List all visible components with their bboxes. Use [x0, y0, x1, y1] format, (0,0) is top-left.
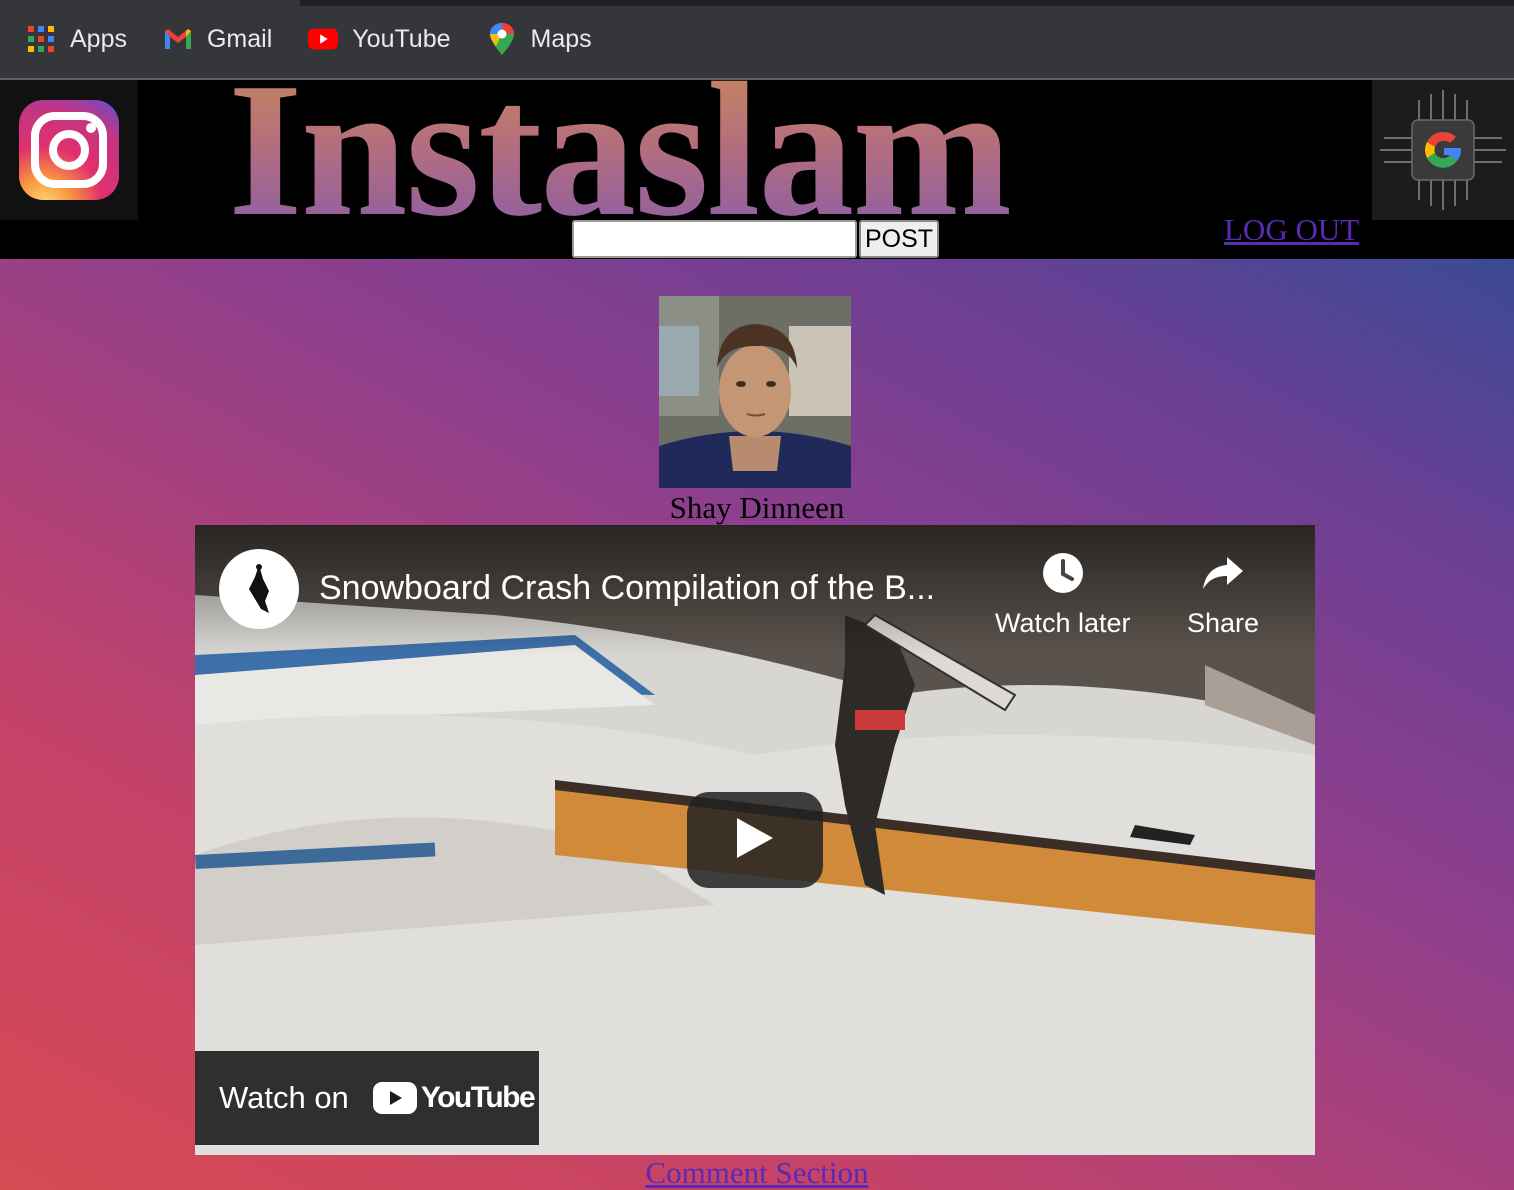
instagram-logo-icon[interactable] — [0, 80, 138, 220]
avatar[interactable] — [659, 296, 851, 488]
tab-strip-edge — [0, 0, 1514, 6]
comment-section-link[interactable]: Comment Section — [0, 1155, 1514, 1190]
bookmark-apps[interactable]: Apps — [26, 19, 127, 59]
play-icon — [735, 816, 775, 865]
apps-grid-icon — [26, 24, 56, 54]
bookmark-label: Apps — [70, 24, 127, 53]
site-title: Instaslam — [228, 54, 1138, 246]
watch-later-button[interactable]: Watch later — [995, 551, 1131, 639]
post-button[interactable]: POST — [859, 220, 939, 258]
post-form: POST — [572, 220, 939, 258]
gmail-icon — [163, 24, 193, 54]
feed-area: Shay Dinneen Snowboard Crash Compilation… — [0, 259, 1514, 1190]
post-input[interactable] — [572, 220, 857, 258]
channel-avatar[interactable] — [219, 549, 299, 629]
video-title[interactable]: Snowboard Crash Compilation of the B... — [319, 569, 935, 608]
clock-icon — [1041, 551, 1085, 600]
play-button[interactable] — [687, 792, 823, 888]
site-header: Instaslam LOG OUT POST — [0, 54, 1514, 259]
share-icon — [1201, 551, 1245, 600]
share-label: Share — [1187, 608, 1260, 638]
watch-on-label: Watch on — [219, 1080, 349, 1115]
watch-later-label: Watch later — [995, 608, 1131, 638]
logout-link[interactable]: LOG OUT — [1224, 212, 1359, 248]
youtube-wordmark: YouTube — [420, 1081, 536, 1114]
google-chip-logo-icon — [1372, 80, 1514, 220]
share-button[interactable]: Share — [1187, 551, 1259, 639]
video-embed[interactable]: Snowboard Crash Compilation of the B... … — [195, 525, 1315, 1155]
watch-on-youtube-button[interactable]: Watch on YouTube — [195, 1051, 539, 1145]
youtube-logo-icon — [372, 1082, 417, 1114]
user-name: Shay Dinneen — [669, 490, 845, 525]
